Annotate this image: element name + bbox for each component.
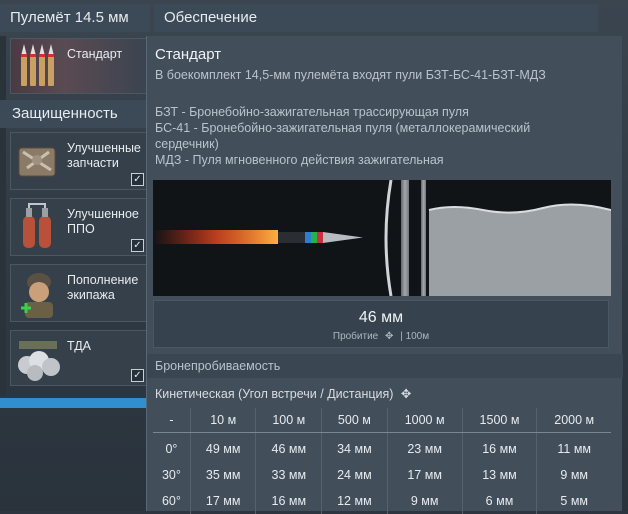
- slot-crew-replenish[interactable]: Пополнение экипажа: [10, 264, 148, 322]
- protection-header: Защищенность: [0, 100, 150, 128]
- column-header: 10 м: [189, 408, 256, 433]
- table-header-row: - 10 м 100 м 500 м 1000 м 1500 м 2000 м: [153, 408, 611, 433]
- table-cell: 13 мм: [461, 462, 537, 488]
- checkbox[interactable]: ✓: [131, 173, 144, 186]
- table-cell: 12 мм: [321, 488, 388, 514]
- kinetic-label: Кинетическая (Угол встречи / Дистанция): [155, 387, 394, 401]
- smoke-system-icon: [18, 341, 60, 381]
- slot-label: ТДА: [67, 339, 92, 353]
- table-row: 30° 35 мм 33 мм 24 мм 17 мм 13 мм 9 мм: [153, 462, 611, 488]
- penetration-caption: Пробитие ✥ | 100м: [154, 331, 608, 342]
- checkbox[interactable]: ✓: [131, 369, 144, 382]
- slot-label: Улучшенное ППО: [67, 207, 139, 236]
- bullet-icon: [278, 232, 363, 243]
- progress-bar: [0, 398, 150, 408]
- table-row: 0° 49 мм 46 мм 34 мм 23 мм 16 мм 11 мм: [153, 432, 611, 462]
- crew-replenish-icon: [21, 273, 53, 318]
- supply-header: Обеспечение: [154, 4, 598, 32]
- crosshair-icon: ✥: [385, 331, 394, 342]
- slot-improved-parts[interactable]: Улучшенные запчасти ✓: [10, 132, 148, 190]
- table-cell: 35 мм: [189, 462, 256, 488]
- armor-section-header: Бронепробиваемость: [147, 354, 623, 378]
- penetration-table: - 10 м 100 м 500 м 1000 м 1500 м 2000 м …: [153, 408, 611, 514]
- table-cell: 34 мм: [321, 432, 388, 462]
- table-cell: 17 мм: [386, 462, 463, 488]
- table-row: 60° 17 мм 16 мм 12 мм 9 мм 6 мм 5 мм: [153, 488, 611, 514]
- column-header: 100 м: [255, 408, 322, 433]
- ammo-tooltip: Стандарт В боекомплект 14,5-мм пулемёта …: [146, 36, 623, 514]
- repair-kit-icon: [18, 147, 56, 177]
- desc-line: МДЗ - Пуля мгновенного действия зажигате…: [155, 153, 444, 167]
- table-cell: 5 мм: [536, 488, 611, 514]
- table-cell: 9 мм: [386, 488, 463, 514]
- column-header: 1000 м: [386, 408, 463, 433]
- slot-improved-ppo[interactable]: Улучшенное ППО ✓: [10, 198, 148, 256]
- fire-extinguisher-icon: [23, 203, 51, 248]
- table-cell: 16 мм: [461, 432, 537, 462]
- table-cell: 6 мм: [461, 488, 537, 514]
- table-cell: 49 мм: [189, 432, 256, 462]
- table-cell: 46 мм: [255, 432, 322, 462]
- weapon-header: Пулемёт 14.5 мм: [0, 4, 150, 32]
- column-header: 1500 м: [461, 408, 537, 433]
- tooltip-subtitle: В боекомплект 14,5-мм пулемёта входят пу…: [155, 68, 546, 82]
- table-cell: 0°: [165, 442, 178, 456]
- bullets-icon: [21, 44, 54, 86]
- table-cell: 11 мм: [536, 432, 611, 462]
- desc-line: БС-41 - Бронебойно-зажигательная пуля (м…: [155, 121, 531, 151]
- belt-label: Стандарт: [67, 47, 123, 61]
- table-cell: 60°: [161, 494, 181, 508]
- table-cell: 24 мм: [321, 462, 388, 488]
- kinetic-title: Кинетическая (Угол встречи / Дистанция) …: [155, 386, 411, 401]
- column-header: 2000 м: [536, 408, 611, 433]
- penetration-label: Пробитие: [332, 331, 379, 342]
- belt-slot-standard[interactable]: Стандарт: [10, 38, 148, 94]
- penetration-distance: | 100м: [400, 331, 430, 342]
- penetration-value: 46 мм: [358, 309, 404, 326]
- table-cell: 33 мм: [255, 462, 322, 488]
- desc-line: БЗТ - Бронебойно-зажигательная трассирую…: [155, 105, 469, 119]
- table-cell: 17 мм: [189, 488, 256, 514]
- slot-label: Пополнение экипажа: [67, 273, 139, 302]
- slot-label: Улучшенные запчасти: [67, 141, 141, 170]
- checkbox[interactable]: ✓: [131, 239, 144, 252]
- column-header: -: [153, 408, 191, 433]
- tooltip-description: БЗТ - Бронебойно-зажигательная трассирую…: [155, 104, 545, 168]
- table-cell: 23 мм: [386, 432, 463, 462]
- tooltip-title: Стандарт: [155, 46, 222, 63]
- table-cell: 16 мм: [255, 488, 322, 514]
- table-cell: 30°: [161, 468, 181, 482]
- armor-title: Бронепробиваемость: [155, 359, 281, 373]
- crosshair-icon: ✥: [400, 387, 412, 401]
- left-strip: [0, 36, 6, 396]
- column-header: 500 м: [321, 408, 388, 433]
- penetration-animation: [153, 180, 611, 296]
- penetration-summary: 46 мм Пробитие ✥ | 100м: [153, 300, 609, 348]
- table-cell: 9 мм: [536, 462, 611, 488]
- slot-smoke-system[interactable]: ТДА ✓: [10, 330, 148, 386]
- bullet-scene: [153, 180, 611, 296]
